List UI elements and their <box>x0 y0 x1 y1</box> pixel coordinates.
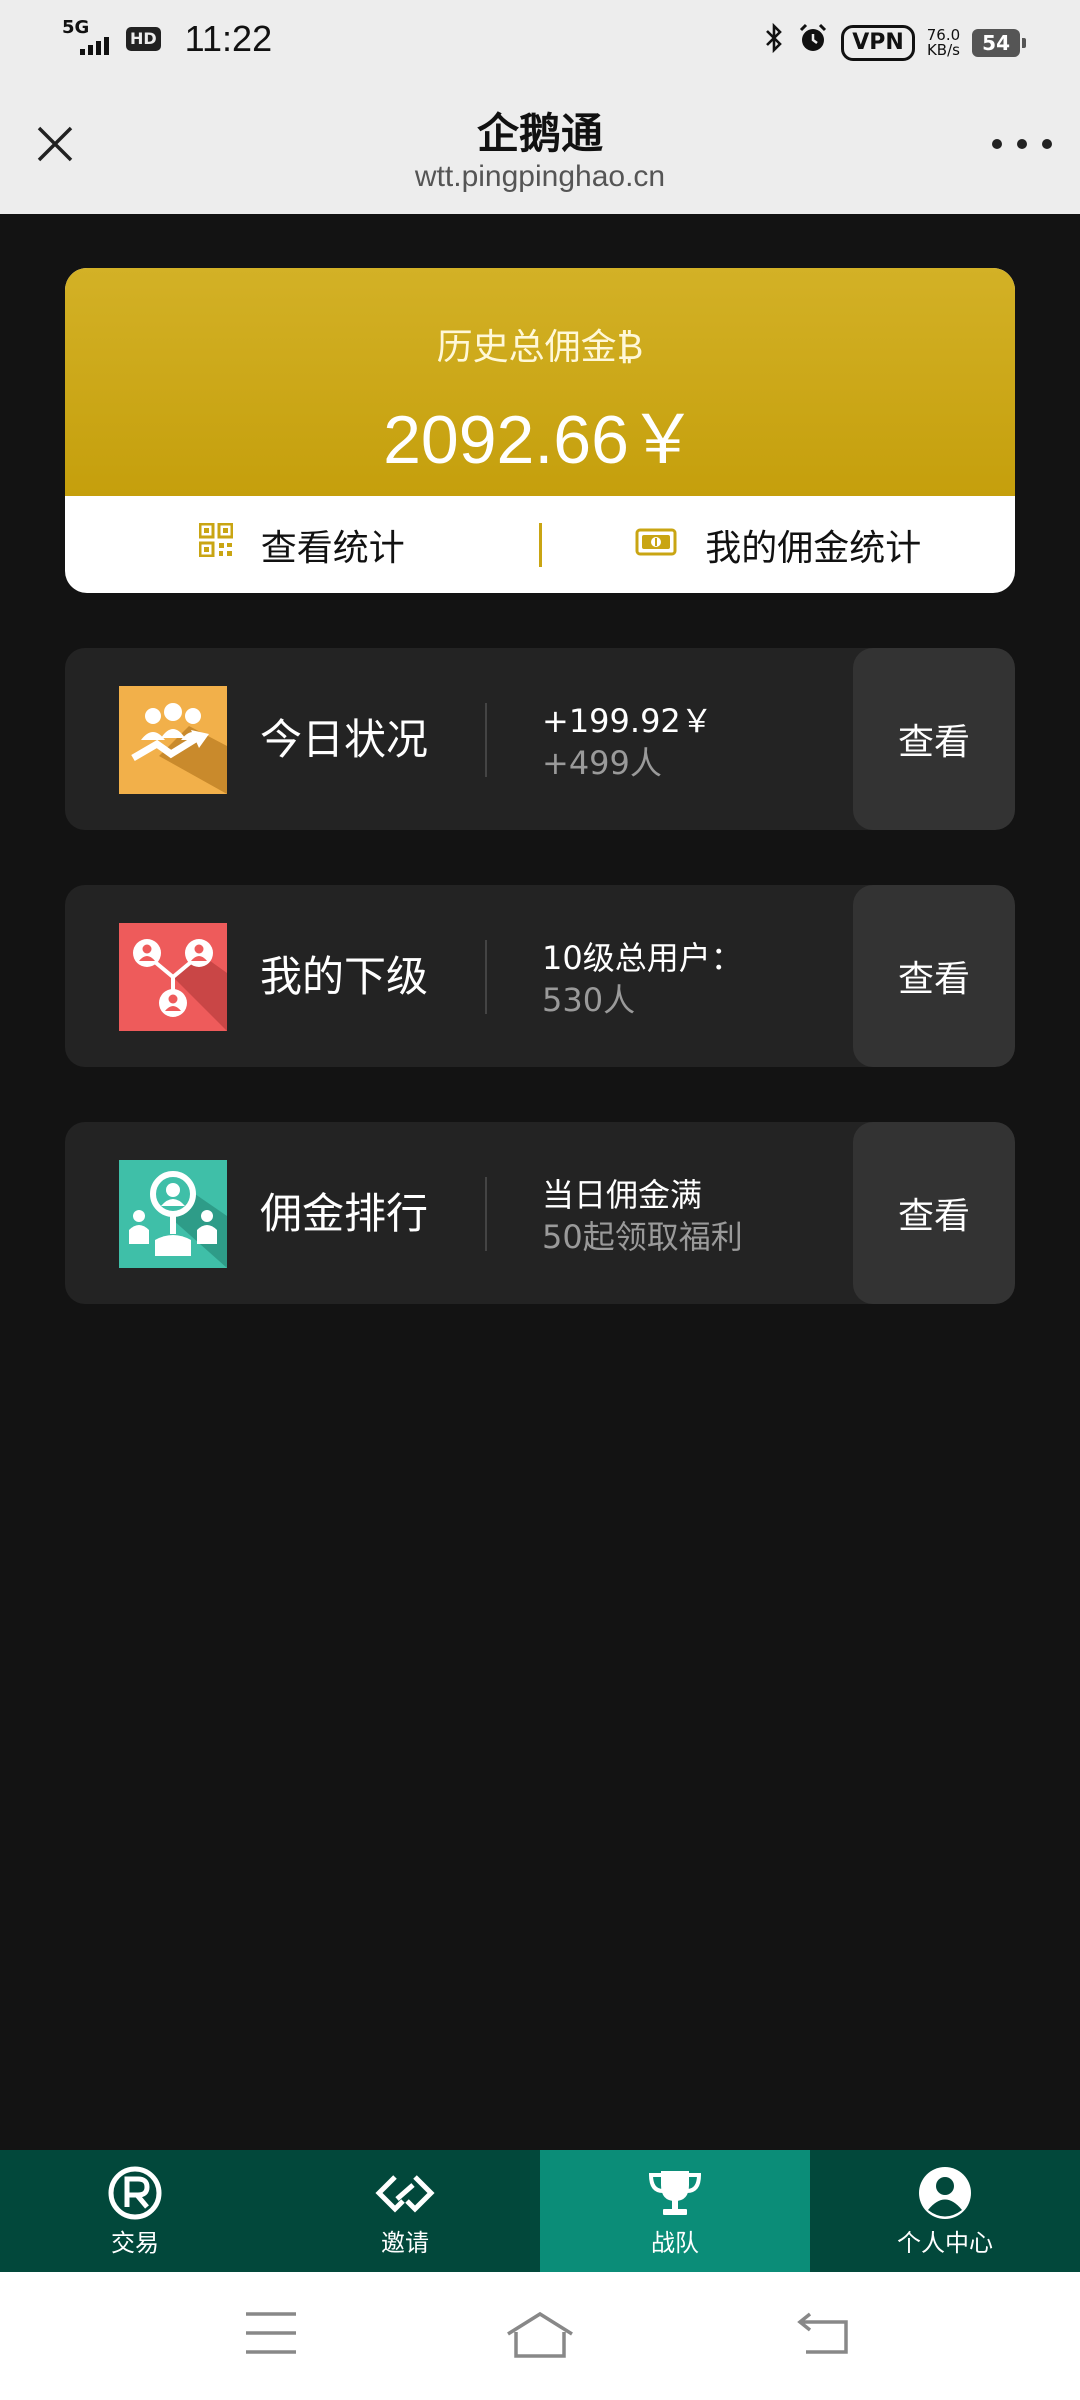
nav-item-profile[interactable]: 个人中心 <box>810 2150 1080 2272</box>
alarm-icon <box>797 22 829 63</box>
my-subordinates-row: 我的下级 10级总用户： 530人 查看 <box>65 885 1015 1067</box>
commission-card: 历史总佣金₿ 2092.66￥ 查看统计 我的佣金统计 <box>65 268 1015 593</box>
view-stats-button[interactable]: 查看统计 <box>65 519 539 571</box>
status-time: 11:22 <box>184 18 273 59</box>
home-icon <box>507 2311 573 2358</box>
ranking-reward: 50起领取福利 <box>542 1218 743 1256</box>
registered-icon <box>108 2166 162 2219</box>
today-status-title: 今日状况 <box>260 715 429 764</box>
banknote-icon <box>635 524 677 565</box>
battery-icon: 54 <box>972 28 1026 57</box>
view-stats-label: 查看统计 <box>260 527 405 569</box>
link-icon <box>375 2174 435 2213</box>
my-subordinates-view-button[interactable]: 查看 <box>853 885 1015 1067</box>
bottom-nav: 交易 邀请 战队 个人中心 <box>0 2150 1080 2272</box>
commission-ranking-title: 佣金排行 <box>260 1189 429 1238</box>
my-commission-stats-label: 我的佣金统计 <box>705 527 922 569</box>
nav-label: 邀请 <box>381 2228 429 2257</box>
status-bar: 5G HD 11:22 VPN 76.0 KB/s 54 <box>0 0 1080 82</box>
nav-label: 个人中心 <box>897 2228 993 2257</box>
system-nav-bar <box>0 2272 1080 2400</box>
network-speed: 76.0 KB/s <box>926 27 960 59</box>
more-dot-icon <box>992 139 1002 149</box>
bluetooth-icon <box>763 22 785 63</box>
today-new-users: +499人 <box>542 744 662 782</box>
team-growth-icon <box>119 686 227 794</box>
back-button[interactable] <box>796 2310 850 2360</box>
commission-label: 历史总佣金₿ <box>436 327 644 368</box>
user-icon <box>919 2166 971 2219</box>
commission-summary: 历史总佣金₿ 2092.66￥ <box>65 268 1015 496</box>
ranking-icon <box>119 1160 227 1268</box>
commission-actions: 查看统计 我的佣金统计 <box>65 496 1015 593</box>
ranking-condition: 当日佣金满 <box>542 1176 703 1214</box>
page-title: 企鹅通 <box>476 109 603 158</box>
row-divider <box>485 1177 487 1251</box>
today-commission: +199.92￥ <box>542 702 713 740</box>
network-type: 5G <box>62 17 90 38</box>
total-users-label: 10级总用户： <box>542 939 743 977</box>
my-subordinates-title: 我的下级 <box>260 952 429 1001</box>
today-status-row: 今日状况 +199.92￥ +499人 查看 <box>65 648 1015 830</box>
nav-label: 战队 <box>651 2228 699 2257</box>
status-bar-right: VPN 76.0 KB/s 54 <box>763 22 1026 63</box>
more-dot-icon <box>1017 139 1027 149</box>
nav-item-trade[interactable]: 交易 <box>0 2150 270 2272</box>
title-bar: 企鹅通 wtt.pingpinghao.cn <box>0 82 1080 214</box>
my-commission-stats-button[interactable]: 我的佣金统计 <box>542 519 1016 571</box>
row-divider <box>485 940 487 1014</box>
row-divider <box>485 703 487 777</box>
nav-label: 交易 <box>111 2228 159 2257</box>
more-dot-icon <box>1042 139 1052 149</box>
commission-ranking-view-button[interactable]: 查看 <box>853 1122 1015 1304</box>
today-status-view-button[interactable]: 查看 <box>853 648 1015 830</box>
trophy-icon <box>648 2170 702 2215</box>
hierarchy-icon <box>119 923 227 1031</box>
speed-unit: KB/s <box>926 40 960 59</box>
qr-code-icon <box>198 522 234 566</box>
commission-ranking-row: 佣金排行 当日佣金满 50起领取福利 查看 <box>65 1122 1015 1304</box>
nav-item-invite[interactable]: 邀请 <box>270 2150 540 2272</box>
menu-icon <box>246 2312 296 2354</box>
signal-icon: 5G <box>62 19 112 59</box>
back-icon <box>797 2312 848 2354</box>
status-bar-left: 5G HD 11:22 <box>62 18 272 60</box>
vpn-badge: VPN <box>841 24 915 61</box>
page-url: wtt.pingpinghao.cn <box>414 160 666 193</box>
commission-value: 2092.66￥ <box>383 402 697 478</box>
menu-button[interactable] <box>244 2310 298 2360</box>
nav-item-team[interactable]: 战队 <box>540 2150 810 2272</box>
home-button[interactable] <box>504 2310 576 2364</box>
total-users-value: 530人 <box>542 981 636 1019</box>
more-options-button[interactable] <box>992 124 1052 164</box>
hd-badge: HD <box>126 27 161 51</box>
